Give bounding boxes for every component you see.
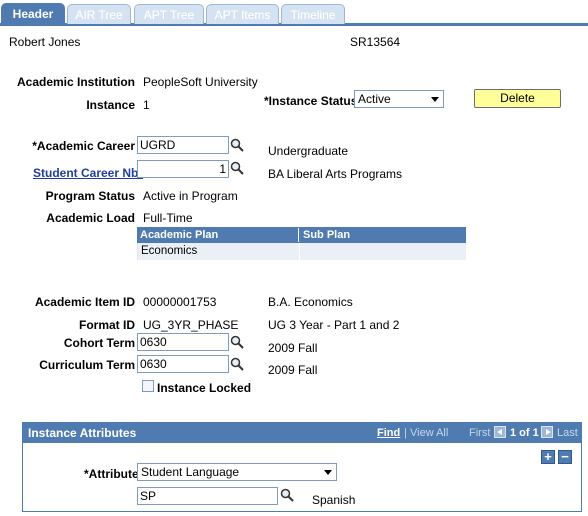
range-label: 1 of 1	[510, 427, 539, 439]
instance-status-value: Active	[358, 92, 391, 106]
instance-attributes-header: Instance Attributes Find | View All Firs…	[23, 423, 581, 443]
dropdown-arrow-icon	[324, 470, 332, 475]
format-id-value: UG_3YR_PHASE	[143, 318, 239, 332]
academic-career-label: *Academic Career	[32, 139, 135, 153]
format-id-label: Format ID	[78, 318, 135, 332]
instance-locked-checkbox[interactable]	[142, 380, 154, 392]
program-status-value: Active in Program	[143, 189, 238, 203]
next-button[interactable]	[541, 426, 553, 438]
attribute-code-description: Spanish	[312, 493, 356, 507]
attribute-code-input[interactable]: SP	[137, 487, 278, 505]
column-divider	[298, 228, 299, 242]
delete-row-button[interactable]: −	[558, 450, 572, 464]
view-all-link[interactable]: View All	[410, 427, 448, 439]
find-link[interactable]: Find	[377, 427, 400, 439]
last-label: Last	[557, 427, 578, 439]
format-id-description: UG 3 Year - Part 1 and 2	[268, 318, 400, 332]
lookup-icon[interactable]	[230, 138, 244, 152]
previous-button[interactable]	[494, 426, 506, 438]
academic-career-value: UGRD	[140, 138, 176, 152]
instance-label: Instance	[86, 98, 135, 112]
student-id: SR13564	[350, 35, 401, 49]
column-academic-plan: Academic Plan	[140, 229, 219, 241]
tab-bar: Header AIR Tree APT Tree APT Items Timel…	[0, 0, 588, 26]
academic-item-id-value: 00000001753	[143, 295, 217, 309]
instance-attributes-panel: Instance Attributes Find | View All Firs…	[22, 422, 582, 512]
dropdown-arrow-icon	[431, 97, 439, 102]
instance-attributes-title: Instance Attributes	[28, 426, 137, 440]
attribute-value: Student Language	[141, 465, 240, 479]
instance-status-select[interactable]: Active	[354, 90, 444, 108]
attribute-label: *Attribute	[84, 467, 139, 481]
table-row: Economics	[137, 243, 466, 260]
arrow-left-icon	[497, 429, 502, 435]
cohort-term-label: Cohort Term	[63, 336, 135, 350]
add-row-button[interactable]: +	[541, 450, 555, 464]
tab-apt-tree[interactable]: APT Tree	[134, 4, 204, 24]
cohort-term-description: 2009 Fall	[268, 341, 318, 355]
academic-plan-grid: Academic Plan Sub Plan Economics	[137, 227, 466, 260]
tab-header[interactable]: Header	[1, 3, 65, 26]
tab-apt-items-label: APT Items	[214, 8, 271, 22]
lookup-icon[interactable]	[230, 357, 244, 371]
arrow-right-icon	[546, 429, 551, 435]
student-career-nbr-input[interactable]: 1	[137, 160, 229, 178]
student-name: Robert Jones	[9, 35, 81, 49]
institution-value: PeopleSoft University	[143, 75, 258, 89]
instance-status-label: *Instance Status	[264, 94, 358, 108]
academic-plan-cell: Economics	[141, 245, 198, 257]
cohort-term-value: 0630	[140, 335, 167, 349]
academic-item-description: B.A. Economics	[268, 295, 353, 309]
academic-career-input[interactable]: UGRD	[137, 136, 229, 154]
curriculum-term-input[interactable]: 0630	[137, 355, 229, 373]
curriculum-term-value: 0630	[140, 357, 167, 371]
academic-load-label: Academic Load	[46, 211, 135, 225]
tab-apt-items[interactable]: APT Items	[206, 4, 279, 24]
lookup-icon[interactable]	[230, 335, 244, 349]
nav-divider: |	[404, 427, 407, 439]
grid-header: Academic Plan Sub Plan	[137, 227, 466, 243]
lookup-icon[interactable]	[230, 161, 244, 175]
tab-air-tree[interactable]: AIR Tree	[67, 4, 131, 24]
instance-locked-label: Instance Locked	[157, 381, 252, 395]
instance-value: 1	[143, 98, 150, 112]
tab-timeline-label: Timeline	[290, 8, 336, 22]
tab-timeline[interactable]: Timeline	[281, 4, 345, 24]
curriculum-term-label: Curriculum Term	[39, 358, 135, 372]
program-status-label: Program Status	[45, 189, 135, 203]
academic-career-description: Undergraduate	[268, 144, 349, 158]
tab-apt-tree-label: APT Tree	[143, 8, 195, 22]
first-label: First	[469, 427, 491, 439]
lookup-icon[interactable]	[280, 488, 294, 502]
tab-air-tree-label: AIR Tree	[75, 8, 123, 22]
academic-item-id-label: Academic Item ID	[34, 295, 135, 309]
student-career-nbr-link[interactable]: Student Career Nbr	[33, 166, 143, 180]
delete-button[interactable]: Delete	[474, 89, 561, 108]
institution-label: Academic Institution	[16, 75, 135, 89]
student-career-nbr-value: 1	[219, 162, 226, 176]
column-divider	[299, 243, 300, 260]
academic-load-value: Full-Time	[143, 211, 193, 225]
cohort-term-input[interactable]: 0630	[137, 333, 229, 351]
attribute-select[interactable]: Student Language	[137, 463, 337, 481]
student-career-nbr-description: BA Liberal Arts Programs	[268, 167, 403, 181]
attribute-code-value: SP	[140, 489, 157, 503]
column-sub-plan: Sub Plan	[303, 229, 351, 241]
curriculum-term-description: 2009 Fall	[268, 363, 318, 377]
